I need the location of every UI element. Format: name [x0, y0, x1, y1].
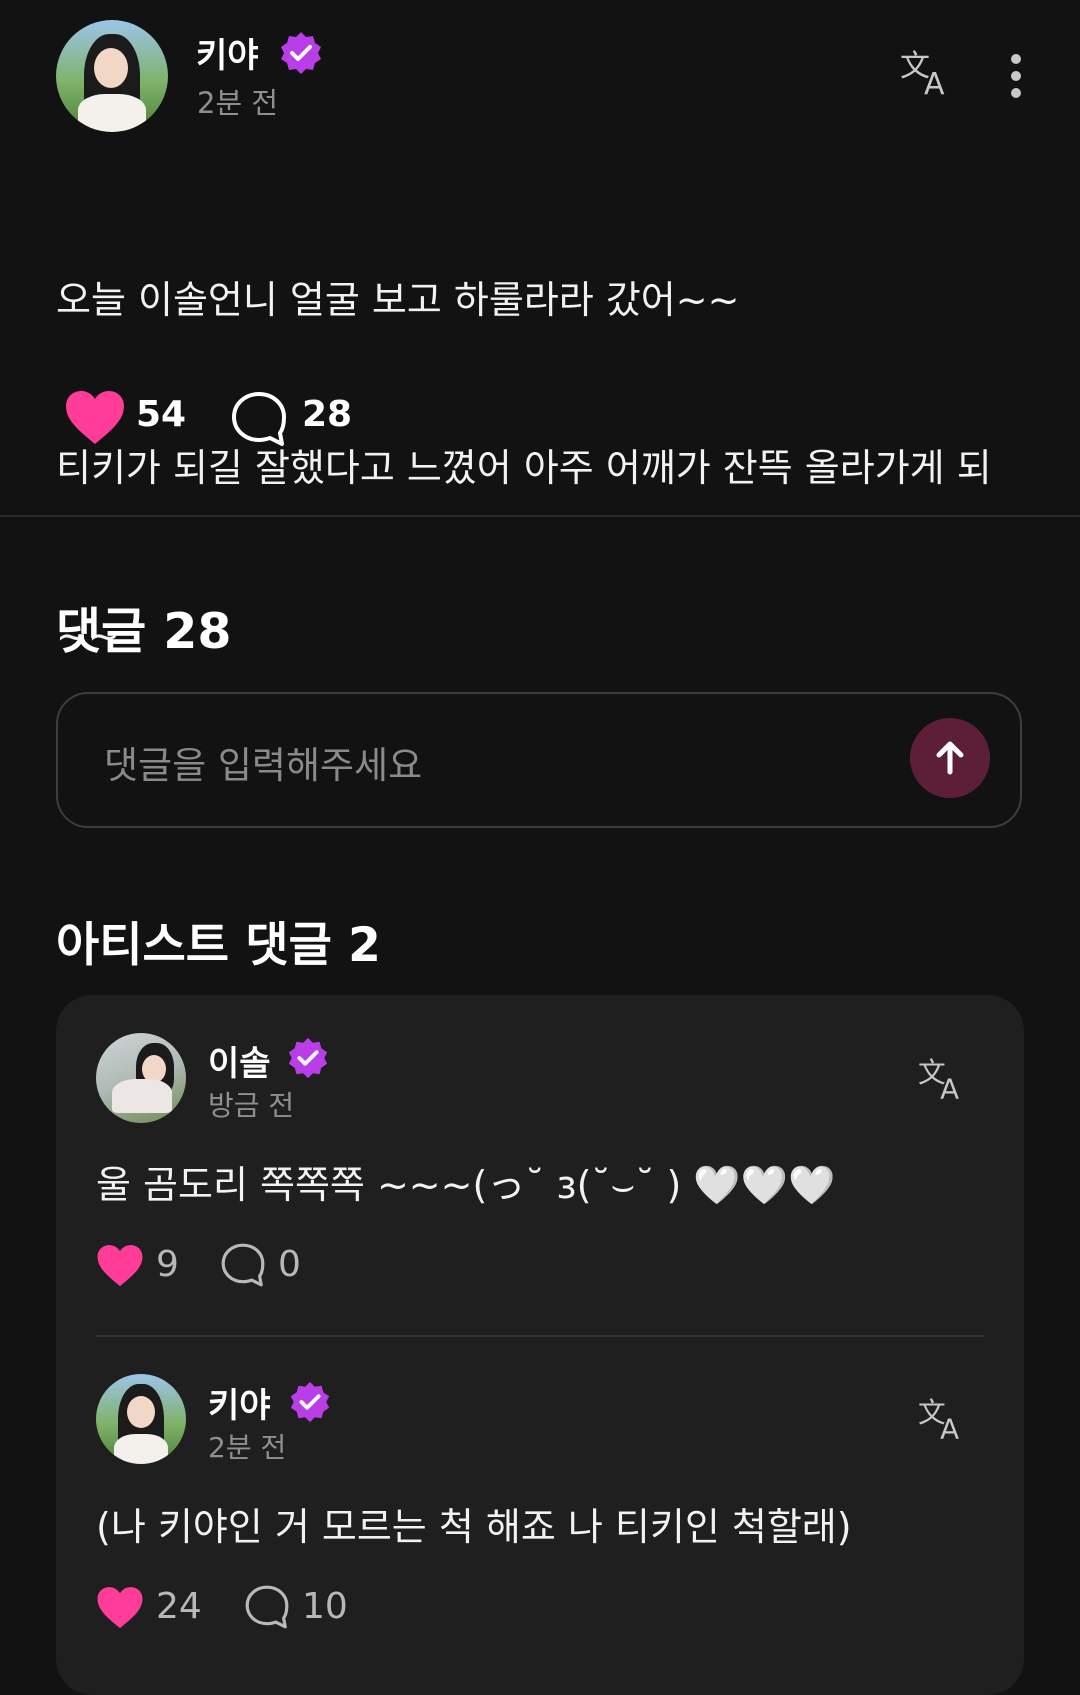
svg-text:A: A: [940, 1412, 959, 1444]
comment-text: (나 키야인 거 모르는 척 해죠 나 티키인 척할래): [96, 1505, 852, 1549]
comments-title: 댓글 28: [56, 603, 232, 660]
verified-badge-icon: [290, 1381, 330, 1423]
post-author-name[interactable]: 키야: [196, 28, 259, 77]
post-like-count: 54: [136, 394, 187, 435]
verified-badge-icon: [288, 1037, 328, 1079]
comment-input-placeholder: 댓글을 입력해주세요: [104, 744, 423, 787]
comment-like-count: 24: [156, 1586, 202, 1627]
heart-icon[interactable]: [96, 1586, 144, 1630]
comment-bubble-icon[interactable]: [244, 1584, 290, 1630]
post-text-line-2: 티키가 되길 잘했다고 느꼈어 아주 어깨가 잔뜩 올라가게 되: [56, 446, 992, 490]
comment-divider: [96, 1335, 984, 1337]
comment-time: 방금 전: [208, 1089, 295, 1122]
comment-bubble-icon[interactable]: [220, 1242, 266, 1288]
section-divider: [0, 515, 1080, 517]
comment-reply-count: 10: [302, 1586, 348, 1627]
comment-like-count: 9: [156, 1244, 179, 1285]
author-avatar[interactable]: [56, 20, 168, 132]
translate-icon[interactable]: 文 A: [912, 1394, 972, 1446]
translate-icon[interactable]: 文 A: [912, 1054, 972, 1106]
comment-author-name[interactable]: 키야: [208, 1378, 271, 1427]
more-vertical-icon[interactable]: [998, 50, 1034, 102]
heart-icon[interactable]: [64, 390, 126, 446]
send-button[interactable]: [910, 718, 990, 798]
heart-icon[interactable]: [96, 1244, 144, 1288]
comment-avatar[interactable]: [96, 1033, 186, 1123]
comment-reply-count: 0: [278, 1244, 301, 1285]
svg-text:A: A: [940, 1072, 959, 1104]
artist-comments-title: 아티스트 댓글 2: [56, 918, 381, 973]
comment-avatar[interactable]: [96, 1374, 186, 1464]
translate-icon[interactable]: 文 A: [896, 46, 956, 102]
comment-bubble-icon[interactable]: [230, 390, 288, 448]
post-time: 2분 전: [197, 86, 279, 120]
arrow-up-icon: [936, 741, 964, 775]
comment-author-name[interactable]: 이솔: [208, 1036, 271, 1085]
verified-badge-icon: [281, 32, 321, 74]
post-comment-count: 28: [302, 394, 353, 435]
comment-time: 2분 전: [208, 1431, 287, 1464]
post-text-line-1: 오늘 이솔언니 얼굴 보고 하룰라라 갔어~~: [56, 278, 740, 322]
svg-text:A: A: [924, 67, 945, 100]
comment-text: 울 곰도리 쪽쪽쪽 ~~~(っ˘ з(˘⌣˘ ) 🤍🤍🤍: [96, 1163, 836, 1207]
